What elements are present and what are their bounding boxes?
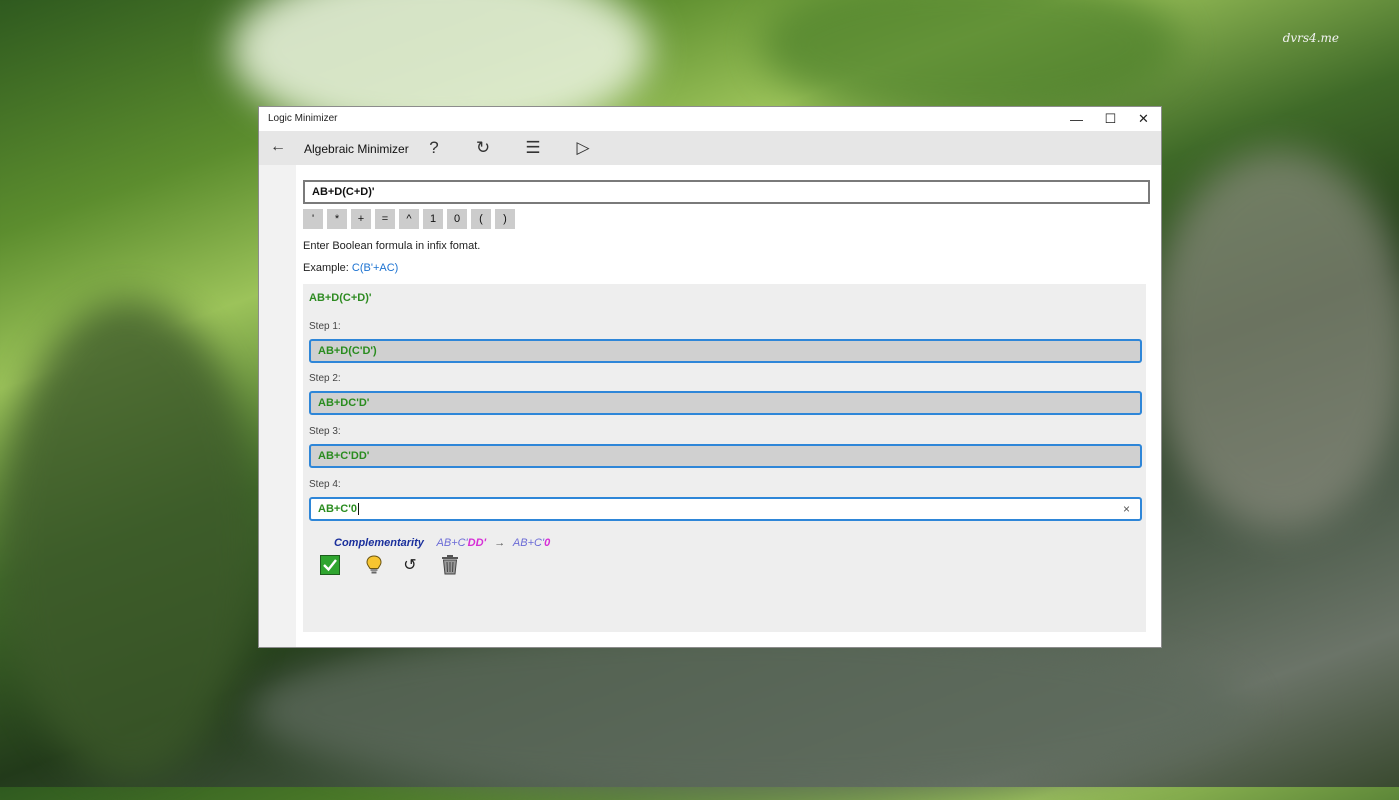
key-close-paren[interactable]: ) (495, 209, 515, 229)
rule-from-prefix: AB+C' (436, 537, 468, 549)
step-4-value: AB+C'0 (318, 503, 357, 515)
step-1-value: AB+D(C'D') (318, 345, 377, 357)
back-arrow-icon[interactable]: ← (267, 138, 289, 158)
key-one[interactable]: 1 (423, 209, 443, 229)
desktop-watermark: dvrs4.me (1282, 31, 1339, 45)
clear-icon[interactable]: × (1123, 499, 1130, 519)
lightbulb-icon[interactable] (364, 555, 384, 575)
example-line: Example: C(B'+AC) (303, 262, 398, 274)
window-title: Logic Minimizer (268, 113, 338, 124)
minimize-button[interactable]: — (1060, 107, 1093, 131)
rule-description: Complementarity AB+C'DD' → AB+C'0 (334, 537, 550, 549)
accept-check-icon[interactable] (320, 555, 340, 575)
step-2-value: AB+DC'D' (318, 397, 370, 409)
key-equals[interactable]: = (375, 209, 395, 229)
main-content: AB+D(C+D)' ' * + = ^ 1 0 ( ) Enter Boole… (296, 165, 1161, 647)
maximize-button[interactable]: ☐ (1094, 107, 1127, 131)
rule-arrow: → (494, 537, 506, 549)
key-prime[interactable]: ' (303, 209, 323, 229)
step-3-value: AB+C'DD' (318, 450, 370, 462)
step-1-label: Step 1: (309, 321, 341, 332)
title-bar: Logic Minimizer — ☐ ✕ (259, 107, 1161, 131)
key-and[interactable]: * (327, 209, 347, 229)
key-open-paren[interactable]: ( (471, 209, 491, 229)
toolbar: ← Algebraic Minimizer ? ↻ ☰ ▷ (259, 131, 1161, 165)
step-4-field[interactable]: AB+C'0 × (309, 497, 1142, 521)
help-icon[interactable]: ? (420, 135, 448, 161)
step-3-field[interactable]: AB+C'DD' (309, 444, 1142, 468)
step-2-field[interactable]: AB+DC'D' (309, 391, 1142, 415)
example-label: Example: (303, 262, 352, 274)
undo-icon[interactable]: ↺ (400, 555, 420, 575)
step-1-field[interactable]: AB+D(C'D') (309, 339, 1142, 363)
formula-input[interactable]: AB+D(C+D)' (303, 180, 1150, 204)
rule-name: Complementarity (334, 537, 424, 549)
results-panel: AB+D(C+D)' Step 1: AB+D(C'D') Step 2: AB… (303, 284, 1146, 632)
step-3-label: Step 3: (309, 426, 341, 437)
symbol-keypad: ' * + = ^ 1 0 ( ) (303, 209, 515, 229)
key-zero[interactable]: 0 (447, 209, 467, 229)
key-or[interactable]: + (351, 209, 371, 229)
step-2-label: Step 2: (309, 373, 341, 384)
key-xor[interactable]: ^ (399, 209, 419, 229)
page-title: Algebraic Minimizer (304, 142, 409, 156)
play-icon[interactable]: ▷ (569, 135, 597, 161)
trash-icon[interactable] (440, 555, 460, 575)
refresh-icon[interactable]: ↻ (469, 135, 497, 161)
instruction-text: Enter Boolean formula in infix fomat. (303, 240, 481, 252)
list-icon[interactable]: ☰ (519, 135, 547, 161)
app-window: Logic Minimizer — ☐ ✕ ← Algebraic Minimi… (259, 107, 1161, 647)
rule-to-highlight: 0 (544, 537, 551, 549)
example-link[interactable]: C(B'+AC) (352, 262, 398, 274)
original-formula: AB+D(C+D)' (309, 292, 372, 304)
close-button[interactable]: ✕ (1127, 107, 1160, 131)
step-4-label: Step 4: (309, 479, 341, 490)
left-strip (259, 165, 296, 647)
rule-to-prefix: AB+C' (512, 537, 545, 549)
rule-from-highlight: DD' (467, 537, 487, 549)
text-caret (358, 503, 359, 516)
